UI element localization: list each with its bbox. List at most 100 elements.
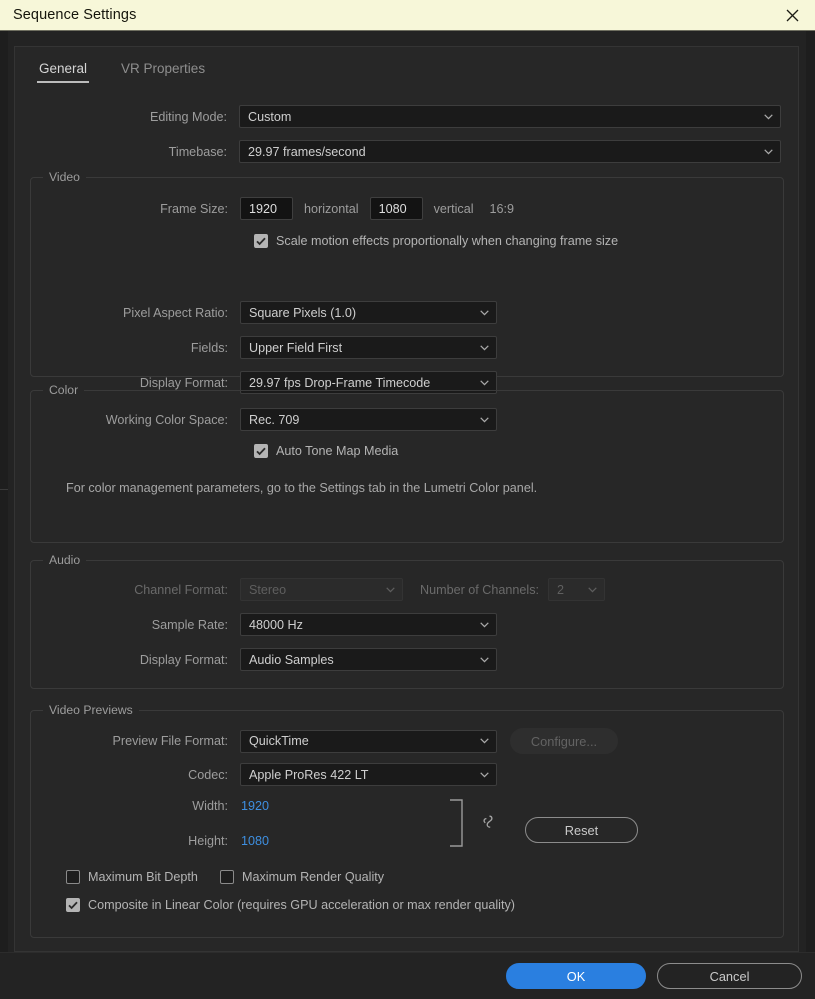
window-title: Sequence Settings — [13, 7, 137, 23]
tab-vr-properties[interactable]: VR Properties — [119, 55, 207, 83]
channel-format-value: Stereo — [249, 582, 287, 597]
composite-linear-color-checkbox[interactable]: Composite in Linear Color (requires GPU … — [66, 898, 515, 912]
video-group: Video Frame Size: 1920 horizontal 1080 v… — [30, 170, 784, 394]
scale-motion-label: Scale motion effects proportionally when… — [276, 234, 619, 248]
sample-rate-select[interactable]: 48000 Hz — [240, 613, 497, 636]
chain-link-icon[interactable] — [481, 814, 495, 832]
fields-select[interactable]: Upper Field First — [240, 336, 497, 359]
close-icon — [786, 9, 799, 22]
checkbox-unchecked-icon — [66, 870, 80, 884]
configure-button-label: Configure... — [530, 733, 598, 749]
preview-file-format-label: Preview File Format: — [112, 734, 228, 748]
frame-size-row: Frame Size: 1920 horizontal 1080 vertica… — [16, 197, 770, 220]
fields-row: Fields: Upper Field First — [16, 336, 770, 359]
codec-select[interactable]: Apple ProRes 422 LT — [240, 763, 497, 786]
cancel-button-label: Cancel — [709, 968, 750, 984]
preview-height-value[interactable]: 1080 — [241, 834, 269, 848]
sequence-settings-dialog: Sequence Settings General VR Properties — [0, 0, 815, 999]
reset-button-label: Reset — [564, 822, 599, 838]
checkbox-unchecked-icon — [220, 870, 234, 884]
preview-height-row: Height: 1080 — [16, 834, 416, 848]
composite-linear-color-label: Composite in Linear Color (requires GPU … — [88, 898, 515, 912]
chevron-down-icon — [480, 309, 489, 316]
horizontal-label: horizontal — [304, 201, 359, 216]
maximum-bit-depth-checkbox[interactable]: Maximum Bit Depth — [66, 870, 198, 884]
preview-file-format-select[interactable]: QuickTime — [240, 729, 497, 753]
preview-width-row: Width: 1920 — [16, 799, 416, 813]
ok-button[interactable]: OK — [506, 963, 646, 989]
scale-motion-checkbox[interactable]: Scale motion effects proportionally when… — [254, 234, 618, 248]
preview-width-value[interactable]: 1920 — [241, 799, 269, 813]
editing-mode-select[interactable]: Custom — [239, 105, 781, 128]
tab-vr-properties-label: VR Properties — [121, 61, 206, 76]
audio-group-legend: Audio — [43, 553, 87, 567]
chevron-down-icon — [588, 586, 597, 593]
configure-button: Configure... — [510, 728, 618, 754]
editing-mode-label: Editing Mode: — [149, 109, 227, 124]
color-management-note: For color management parameters, go to t… — [66, 481, 538, 495]
window-titlebar: Sequence Settings — [0, 0, 815, 31]
auto-tone-map-checkbox[interactable]: Auto Tone Map Media — [254, 444, 398, 458]
dialog-body: General VR Properties Editing Mode: Cust… — [0, 31, 815, 999]
chevron-down-icon — [480, 771, 489, 778]
cancel-button[interactable]: Cancel — [657, 963, 802, 989]
reset-button[interactable]: Reset — [525, 817, 638, 843]
video-display-format-value: 29.97 fps Drop-Frame Timecode — [249, 375, 431, 390]
editing-mode-row: Editing Mode: Custom — [15, 105, 785, 128]
working-color-space-value: Rec. 709 — [249, 412, 300, 427]
timebase-select[interactable]: 29.97 frames/second — [239, 140, 781, 163]
checkbox-checked-icon — [254, 234, 268, 248]
maximum-render-quality-checkbox[interactable]: Maximum Render Quality — [220, 870, 384, 884]
channel-format-label: Channel Format: — [134, 582, 228, 597]
frame-width-input[interactable]: 1920 — [240, 197, 293, 220]
sample-rate-row: Sample Rate: 48000 Hz — [16, 613, 770, 636]
preview-file-format-row: Preview File Format: QuickTime Configure… — [16, 728, 770, 754]
chevron-down-icon — [480, 416, 489, 423]
working-color-space-row: Working Color Space: Rec. 709 — [16, 408, 770, 431]
number-of-channels-label: Number of Channels: — [420, 582, 540, 597]
aspect-ratio-readout: 16:9 — [489, 201, 515, 216]
codec-label: Codec: — [188, 767, 228, 782]
channel-format-select: Stereo — [240, 578, 403, 601]
chevron-down-icon — [480, 656, 489, 663]
chevron-down-icon — [386, 586, 395, 593]
audio-display-format-value: Audio Samples — [249, 652, 334, 667]
video-previews-group: Video Previews Preview File Format: Quic… — [30, 703, 784, 938]
audio-display-format-label: Display Format: — [139, 652, 228, 667]
ok-button-label: OK — [566, 968, 586, 984]
chevron-down-icon — [764, 148, 773, 155]
color-group-legend: Color — [43, 383, 85, 397]
fields-label: Fields: — [190, 340, 228, 355]
audio-display-format-select[interactable]: Audio Samples — [240, 648, 497, 671]
tab-bar: General VR Properties — [37, 55, 207, 83]
tab-general[interactable]: General — [37, 55, 90, 83]
preview-width-label: Width: — [192, 799, 228, 813]
chevron-down-icon — [480, 738, 489, 744]
color-group: Color Working Color Space: Rec. 709 Auto — [30, 383, 784, 543]
frame-height-value: 1080 — [378, 201, 407, 216]
maximum-render-quality-label: Maximum Render Quality — [242, 870, 385, 884]
working-color-space-select[interactable]: Rec. 709 — [240, 408, 497, 431]
dimension-link-bracket — [449, 799, 465, 847]
editing-mode-value: Custom — [248, 109, 292, 124]
right-edge-strip — [806, 31, 815, 999]
working-color-space-label: Working Color Space: — [105, 412, 228, 427]
pixel-aspect-value: Square Pixels (1.0) — [249, 305, 357, 320]
video-group-legend: Video — [43, 170, 86, 184]
tab-general-label: General — [39, 61, 88, 76]
frame-width-value: 1920 — [249, 201, 278, 216]
chevron-down-icon — [480, 344, 489, 351]
close-button[interactable] — [769, 0, 815, 30]
vertical-label: vertical — [433, 201, 474, 216]
preview-file-format-value: QuickTime — [249, 734, 309, 748]
chevron-down-icon — [480, 379, 489, 386]
number-of-channels-select: 2 — [548, 578, 606, 601]
pixel-aspect-select[interactable]: Square Pixels (1.0) — [240, 301, 497, 324]
fields-value: Upper Field First — [249, 340, 343, 355]
audio-display-format-row: Display Format: Audio Samples — [16, 648, 770, 671]
frame-height-input[interactable]: 1080 — [369, 197, 423, 220]
checkbox-checked-icon — [66, 898, 80, 912]
auto-tone-map-label: Auto Tone Map Media — [276, 444, 399, 458]
footer-divider — [0, 952, 815, 953]
video-previews-group-legend: Video Previews — [43, 703, 139, 717]
